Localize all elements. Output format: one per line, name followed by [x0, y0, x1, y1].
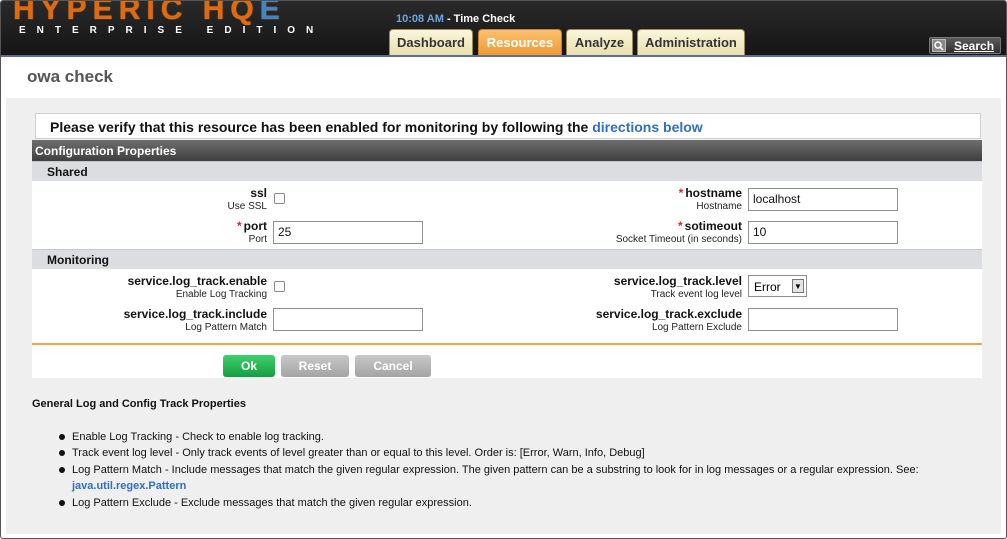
tab-resources[interactable]: Resources	[478, 29, 562, 55]
log-exclude-input[interactable]	[748, 308, 898, 331]
reset-button[interactable]: Reset	[281, 355, 349, 377]
log-exclude-sublabel: Log Pattern Exclude	[651, 322, 742, 333]
cancel-button[interactable]: Cancel	[355, 355, 431, 377]
hostname-label: * hostname	[678, 186, 742, 200]
tab-analyze[interactable]: Analyze	[566, 29, 633, 55]
section-shared: Shared	[32, 161, 982, 181]
page-title: owa check	[27, 67, 113, 86]
log-level-sublabel: Track event log level	[650, 289, 742, 300]
bullet-icon	[59, 500, 65, 506]
search-button[interactable]: Search	[929, 37, 1001, 54]
top-header: HYPERIC HQE ENTERPRISE EDITION 10:08 AM …	[1, 1, 1006, 57]
sotimeout-label: * sotimeout	[677, 219, 742, 233]
bullet-icon	[59, 434, 65, 440]
tab-administration[interactable]: Administration	[637, 29, 745, 55]
sotimeout-input[interactable]: 10	[748, 221, 898, 244]
log-enable-checkbox[interactable]	[274, 281, 285, 292]
hostname-sublabel: Hostname	[696, 201, 742, 212]
log-enable-label: service.log_track.enable	[127, 274, 267, 288]
alert-title[interactable]: Time Check	[454, 13, 516, 25]
magnifier-icon	[932, 39, 946, 52]
monitoring-notice: Please verify that this resource has bee…	[35, 113, 981, 139]
port-input[interactable]: 25	[273, 221, 423, 244]
log-include-label: service.log_track.include	[123, 307, 267, 321]
log-enable-sublabel: Enable Log Tracking	[175, 289, 267, 300]
ssl-sublabel: Use SSL	[227, 201, 267, 212]
ok-button[interactable]: Ok	[223, 355, 275, 377]
logo-subtitle: ENTERPRISE EDITION	[19, 25, 325, 36]
configuration-panel: Configuration Properties Shared ssl Use …	[32, 140, 982, 378]
log-include-sublabel: Log Pattern Match	[185, 322, 267, 333]
log-exclude-label: service.log_track.exclude	[595, 307, 742, 321]
port-label: * port	[237, 219, 267, 233]
recent-alert: 10:08 AM - Time Check	[396, 13, 516, 25]
configuration-header: Configuration Properties	[32, 140, 982, 161]
tab-dashboard[interactable]: Dashboard	[389, 29, 473, 55]
hostname-input[interactable]: localhost	[748, 188, 898, 211]
log-include-input[interactable]	[273, 308, 423, 331]
app-window: HYPERIC HQE ENTERPRISE EDITION 10:08 AM …	[0, 0, 1007, 539]
alert-time: 10:08 AM	[396, 13, 444, 25]
hyperic-logo: HYPERIC HQE	[13, 0, 286, 26]
dropdown-arrow-icon: ▼	[792, 279, 804, 293]
log-level-select[interactable]: Error ▼	[748, 275, 807, 297]
port-sublabel: Port	[248, 234, 267, 245]
help-title: General Log and Config Track Properties	[32, 398, 246, 410]
bullet-icon	[59, 467, 65, 473]
ssl-label: ssl	[250, 186, 267, 200]
divider	[32, 343, 982, 345]
log-level-label: service.log_track.level	[613, 274, 742, 288]
regex-pattern-link[interactable]: java.util.regex.Pattern	[72, 480, 186, 492]
bullet-icon	[59, 450, 65, 456]
search-label: Search	[954, 38, 995, 53]
sotimeout-sublabel: Socket Timeout (in seconds)	[615, 234, 742, 245]
section-monitoring: Monitoring	[32, 249, 982, 269]
ssl-checkbox[interactable]	[274, 193, 285, 204]
directions-link[interactable]: directions below	[592, 119, 702, 135]
